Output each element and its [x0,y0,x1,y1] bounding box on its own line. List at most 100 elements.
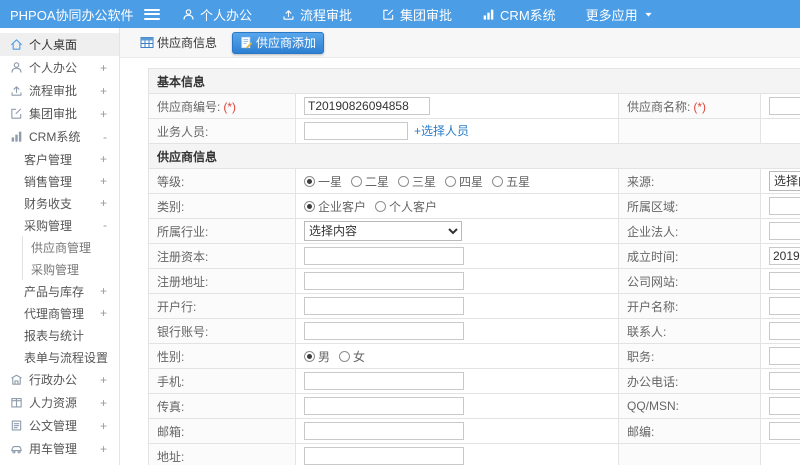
field-input-cell [759,318,800,344]
sidebar-item[interactable]: 行政办公 + [0,368,119,391]
supplier-form-table: 基本信息供应商编号:(*)供应商名称:(*)业务人员:+选择人员供应商信息等级:… [147,68,800,465]
expand-plus-icon[interactable]: + [100,84,107,98]
expand-plus-icon[interactable]: + [100,61,107,75]
bank-account-input[interactable] [304,322,464,340]
expand-plus-icon[interactable]: + [100,419,107,433]
top-nav-item[interactable]: CRM系统 [482,5,556,24]
field-label-cell: QQ/MSN: [618,393,761,419]
radio-icon[interactable] [351,175,363,187]
top-nav-item[interactable]: 更多应用 [586,5,653,24]
sidebar-item[interactable]: 供应商管理 [0,236,119,258]
radio-icon[interactable] [304,200,315,212]
industry-select[interactable]: 选择内容 [304,221,462,241]
expand-plus-icon[interactable]: + [100,306,107,320]
legal-person-input[interactable] [769,222,800,240]
supplier-name-input[interactable] [769,97,800,115]
source-select[interactable]: 选择内容 [769,171,800,191]
category-radio-option[interactable]: 个人客户 [375,198,437,215]
bank-input[interactable] [304,297,464,315]
radio-icon[interactable] [375,200,387,212]
fax-input[interactable] [304,397,464,415]
field-label: 传真: [157,399,185,414]
expand-plus-icon[interactable]: + [100,107,107,121]
field-label-cell: 联系人: [618,318,761,344]
sidebar-item[interactable]: 用车管理 + [0,437,119,460]
sidebar-item-label: 行政办公 [29,373,78,387]
table-icon [140,36,154,49]
grade-radio-option[interactable]: 一星 [304,173,342,190]
collapse-minus-icon[interactable]: - [103,218,107,232]
grade-radio-option[interactable]: 二星 [351,173,389,190]
sidebar-item[interactable]: 财务收支 + [0,192,119,214]
contact-person-input[interactable] [769,322,800,340]
expand-plus-icon[interactable]: + [100,284,107,298]
tab-active[interactable]: 供应商添加 [232,31,325,54]
expand-plus-icon[interactable]: + [100,350,107,364]
app-logo: PHPOA协同办公软件 [10,7,134,23]
top-nav-item[interactable]: 集团审批 [382,5,452,24]
gender-radio-option[interactable]: 女 [339,348,365,365]
mobile-input[interactable] [304,372,464,390]
account-name-input[interactable] [769,297,800,315]
field-input-cell [759,268,800,294]
grade-radio-option[interactable]: 四星 [445,173,483,190]
business-staff-input[interactable] [304,122,408,141]
sidebar-item[interactable]: 个人桌面 [0,33,119,56]
pick-person-link[interactable]: +选择人员 [414,124,469,138]
sidebar-item[interactable]: 采购管理 - [0,214,119,236]
expand-plus-icon[interactable]: + [100,174,107,188]
expand-plus-icon[interactable]: + [100,196,107,210]
sidebar-item[interactable]: 客户管理 + [0,148,119,170]
collapse-minus-icon[interactable]: - [103,130,107,144]
expand-plus-icon[interactable]: + [100,373,107,387]
position-input[interactable] [769,347,800,365]
address-input[interactable] [304,447,464,465]
radio-icon[interactable] [339,350,351,362]
founded-date-input[interactable] [769,247,800,265]
qq-msn-input[interactable] [769,397,800,415]
radio-icon[interactable] [445,175,457,187]
menu-toggle-icon[interactable] [144,8,160,20]
zip-code-input[interactable] [769,422,800,440]
top-nav-item-label: 个人办公 [200,7,253,23]
radio-icon[interactable] [398,175,410,187]
email-input[interactable] [304,422,464,440]
sidebar-item[interactable]: 代理商管理 + [0,302,119,324]
radio-icon[interactable] [492,175,504,187]
sidebar-item[interactable]: 流程审批 + [0,79,119,102]
top-nav-item[interactable]: 个人办公 [182,5,252,24]
registered-address-input[interactable] [304,272,464,290]
field-input-cell [295,268,619,294]
field-label: 开户名称: [627,299,679,314]
supplier-code-input[interactable] [304,97,430,115]
office-phone-input[interactable] [769,372,800,390]
sidebar-item[interactable]: 集团审批 + [0,102,119,125]
sidebar-item[interactable]: CRM系统 - [0,125,119,148]
gender-radio-option[interactable]: 男 [304,348,330,365]
sidebar-item[interactable]: 表单与流程设置 + [0,346,119,368]
expand-plus-icon[interactable]: + [100,396,107,410]
upload-icon [10,84,24,97]
sidebar-item[interactable]: 销售管理 + [0,170,119,192]
form-row: 银行账号: 联系人: [148,318,800,344]
radio-icon[interactable] [304,175,315,187]
region-input[interactable] [769,197,800,215]
registered-capital-input[interactable] [304,247,464,265]
grade-radio-option[interactable]: 五星 [492,173,530,190]
sidebar-item[interactable]: 档案管理+ [0,460,119,465]
top-nav-item[interactable]: 流程审批 [282,5,352,24]
form-row: 邮箱: 邮编: [148,418,800,444]
sidebar-item[interactable]: 采购管理 [0,258,119,280]
grade-radio-option[interactable]: 三星 [398,173,436,190]
company-website-input[interactable] [769,272,800,290]
sidebar-item[interactable]: 个人办公 + [0,56,119,79]
sidebar-item[interactable]: 产品与库存 + [0,280,119,302]
sidebar-item[interactable]: 人力资源 + [0,391,119,414]
sidebar-item[interactable]: 公文管理 + [0,414,119,437]
expand-plus-icon[interactable]: + [100,152,107,166]
category-radio-option[interactable]: 企业客户 [304,198,366,215]
expand-plus-icon[interactable]: + [100,442,107,456]
tab-item[interactable]: 供应商信息 [133,32,224,54]
sidebar-item[interactable]: 报表与统计 [0,324,119,346]
radio-icon[interactable] [304,350,315,362]
